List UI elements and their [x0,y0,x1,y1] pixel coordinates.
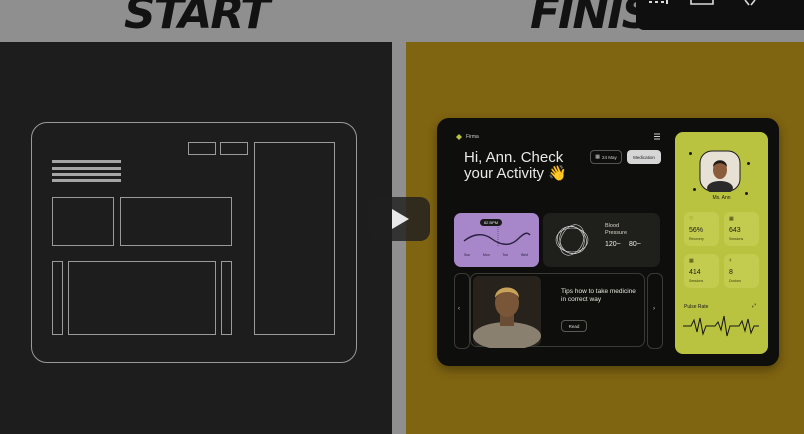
play-icon [392,209,409,229]
video-controls-bar [636,0,804,30]
arrow-right-icon: › [653,306,655,312]
diastolic-value: 80~ [629,241,641,248]
stat-label: Sessions [689,279,704,283]
stat-tile: ♡ 56% Recovery [684,212,719,246]
stat-label: Doctors [729,279,742,283]
systolic-value: 120~ [605,241,621,248]
stat-tile: ▦ 643 Sessions [724,212,759,246]
pulse-waveform [683,315,759,337]
calendar-icon: ▦ [689,258,694,264]
stat-value: 8 [729,269,733,276]
wireframe-sidebar [254,142,335,335]
wireframe-button [220,142,248,155]
person-photo [473,276,541,348]
doctor-icon: ⚕ [729,258,732,264]
wireframe-text-line [52,167,121,170]
wireframe-card [52,197,114,246]
read-button[interactable]: Read [561,320,587,332]
screen-icon[interactable] [690,0,714,8]
tips-card[interactable]: Tips how to take medicine in correct way… [470,273,645,348]
wireframe-text-line [52,173,121,176]
stat-label: Sessions [729,237,744,241]
decor-dot [747,162,750,165]
blood-pressure-card[interactable]: Blood Pressure 120~ 80~ [543,213,660,267]
playlist-icon[interactable] [648,0,670,10]
heart-rate-card[interactable]: 82 BPM Sun Mon Tue Wed [454,213,539,267]
stat-label: Recovery [689,237,704,241]
date-pill[interactable]: ▦ 24 May [590,150,622,164]
start-panel [0,42,392,434]
carousel-prev-button[interactable]: ‹ [454,273,470,349]
close-icon[interactable] [743,0,759,8]
wireframe-arrow-left [52,261,63,335]
profile-sidebar: Ms. Ann ♡ 56% Recovery ▦ 643 Sessions ▦ … [675,132,768,354]
heart-icon: ♡ [689,216,694,222]
pressure-ring-graphic [555,224,589,256]
expand-icon[interactable]: ⤢ [752,303,756,309]
day-label: Sun [464,253,471,257]
brand-logo-icon [456,134,462,140]
day-label: Mon [482,253,490,257]
calendar-icon: ▦ [595,154,600,160]
wireframe-banner [68,261,216,335]
stat-tile: ⚕ 8 Doctors [724,254,759,288]
play-button[interactable] [368,197,430,241]
bpm-badge: 82 BPM [480,219,502,226]
tablet-mockup: Firma Hi, Ann. Check your Activity 👋 ▦ 2… [437,118,779,366]
wireframe-button [188,142,216,155]
day-label: Tue [502,253,509,257]
pulse-title: Pulse Rate [684,304,709,310]
decor-dot [689,152,692,155]
stat-tile: ▦ 414 Sessions [684,254,719,288]
greeting-title: Hi, Ann. Check your Activity 👋 [464,149,567,182]
profile-avatar [699,150,741,192]
day-label: Wed [520,253,528,257]
arrow-left-icon: ‹ [458,306,460,312]
day-labels: Sun Mon Tue Wed [464,253,528,257]
stat-value: 414 [689,269,701,276]
date-label: 24 May [601,154,617,160]
carousel-next-button[interactable]: › [647,273,663,349]
pressure-title: Blood Pressure [605,223,628,236]
start-heading: START [124,0,270,39]
medication-button[interactable]: Medication [627,150,661,164]
calendar-icon: ▦ [729,216,734,222]
wireframe-arrow-right [221,261,232,335]
wireframe-text-line [52,160,121,163]
wireframe-text-line [52,179,121,182]
brand-name: Firma [466,134,479,140]
tips-text: Tips how to take medicine in correct way [561,288,636,303]
decor-dot [693,188,696,191]
profile-name: Ms. Ann [712,195,731,201]
wireframe-card [120,197,232,246]
mini-line-chart [463,227,531,247]
stat-value: 56% [689,227,704,234]
stat-value: 643 [729,227,741,234]
menu-icon[interactable] [653,133,661,140]
